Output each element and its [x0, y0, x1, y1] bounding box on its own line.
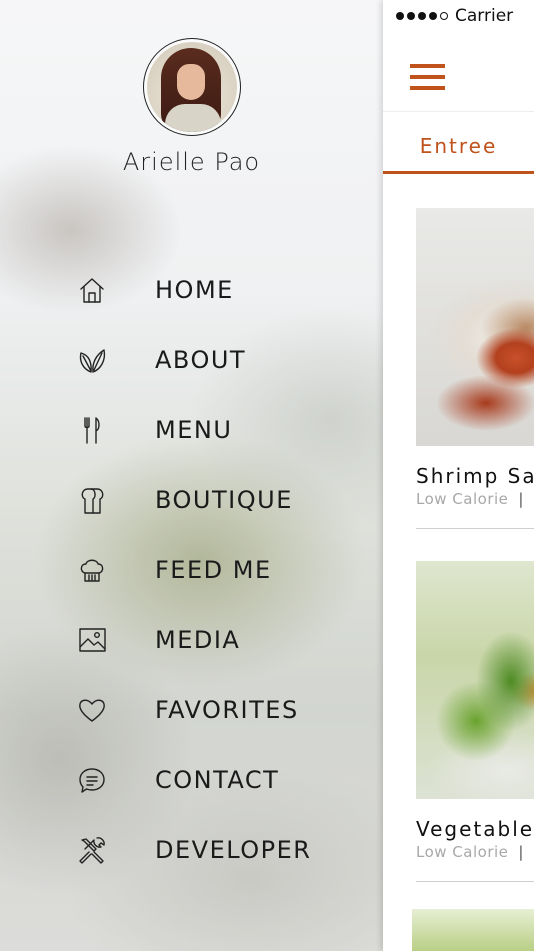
avatar-photo	[146, 42, 237, 132]
card-divider	[416, 528, 534, 529]
nav-item-home[interactable]: HOME	[0, 255, 383, 325]
nav-item-about[interactable]: ABOUT	[0, 325, 383, 395]
dish-image[interactable]	[412, 909, 534, 951]
drawer-nav: HOME ABOUT MENU BOUTIQUE FEED ME MEDIA F…	[0, 255, 383, 885]
dish-card[interactable]: Vegetable Low Calorie |	[416, 561, 534, 861]
card-divider	[416, 881, 534, 882]
nav-label-menu: MENU	[155, 416, 233, 444]
nav-item-boutique[interactable]: BOUTIQUE	[0, 465, 383, 535]
nav-label-contact: CONTACT	[155, 766, 280, 794]
nav-item-feed-me[interactable]: FEED ME	[0, 535, 383, 605]
nav-item-media[interactable]: MEDIA	[0, 605, 383, 675]
meta-separator: |	[518, 490, 524, 508]
signal-strength-icon	[396, 12, 448, 20]
dish-card[interactable]: Shrimp Sa Low Calorie |	[416, 208, 534, 508]
category-tabs: Entree	[383, 112, 534, 174]
nav-item-favorites[interactable]: FAVORITES	[0, 675, 383, 745]
meta-separator: |	[518, 843, 524, 861]
dish-image[interactable]	[416, 561, 534, 799]
heart-icon	[76, 694, 108, 726]
dish-title: Shrimp Sa	[416, 464, 534, 488]
nav-item-developer[interactable]: DEVELOPER	[0, 815, 383, 885]
nav-label-about: ABOUT	[155, 346, 247, 374]
hamburger-menu-icon[interactable]	[410, 64, 445, 90]
bread-icon	[76, 484, 108, 516]
tab-entree[interactable]: Entree	[383, 112, 534, 174]
dish-calorie-label: Low Calorie	[416, 843, 509, 861]
side-drawer: Arielle Pao HOME ABOUT MENU BOUTIQUE FEE…	[0, 0, 383, 951]
dish-card[interactable]	[412, 909, 534, 951]
tools-icon	[76, 834, 108, 866]
nav-item-menu[interactable]: MENU	[0, 395, 383, 465]
main-content: Carrier Entree Shrimp Sa Low Calorie | Ve…	[383, 0, 534, 951]
top-nav-bar	[383, 32, 534, 112]
user-name: Arielle Pao	[122, 148, 261, 176]
nav-label-boutique: BOUTIQUE	[155, 486, 293, 514]
dish-image[interactable]	[416, 208, 534, 446]
nav-label-favorites: FAVORITES	[155, 696, 299, 724]
dish-meta: Low Calorie |	[416, 843, 534, 861]
nav-label-home: HOME	[155, 276, 234, 304]
chef-hat-icon	[76, 554, 108, 586]
image-icon	[76, 624, 108, 656]
dish-meta: Low Calorie |	[416, 490, 534, 508]
dish-title: Vegetable	[416, 817, 534, 841]
chat-icon	[76, 764, 108, 796]
leaf-icon	[76, 344, 108, 376]
nav-label-media: MEDIA	[155, 626, 241, 654]
avatar[interactable]	[142, 38, 241, 136]
fork-knife-icon	[76, 414, 108, 446]
profile-section: Arielle Pao	[0, 38, 383, 176]
status-bar: Carrier	[383, 0, 534, 32]
dish-calorie-label: Low Calorie	[416, 490, 509, 508]
carrier-label: Carrier	[455, 6, 514, 26]
nav-label-developer: DEVELOPER	[155, 836, 312, 864]
nav-label-feed-me: FEED ME	[155, 556, 272, 584]
nav-item-contact[interactable]: CONTACT	[0, 745, 383, 815]
home-icon	[76, 274, 108, 306]
